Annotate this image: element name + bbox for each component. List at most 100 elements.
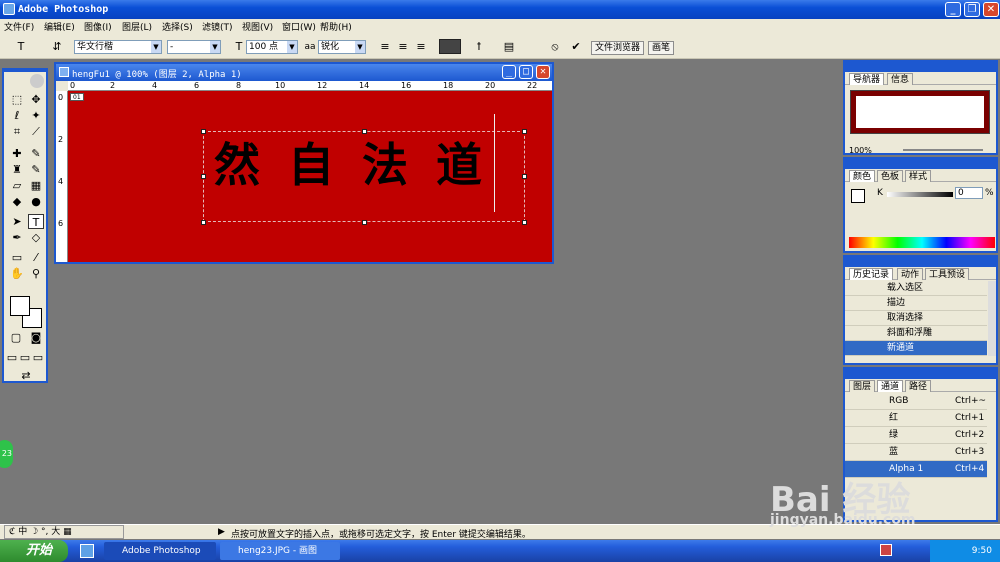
channel-row[interactable]: 红 Ctrl+1 — [845, 410, 987, 427]
shape-tool-icon[interactable]: ◇ — [28, 230, 44, 245]
quick-mask-off-icon[interactable]: ▢ — [8, 330, 24, 345]
blur-tool-icon[interactable]: ◆ — [9, 194, 25, 209]
screen-mode-full-menu-icon[interactable]: ▭ — [19, 350, 31, 365]
tab-channels[interactable]: 通道 — [877, 380, 904, 392]
task-photoshop[interactable]: Adobe Photoshop — [104, 542, 216, 560]
text-bounding-box[interactable] — [203, 131, 525, 222]
tab-actions[interactable]: 动作 — [897, 268, 924, 280]
ime-width[interactable]: 大 — [51, 527, 60, 537]
close-button[interactable]: ✕ — [983, 2, 999, 17]
ime-toolbar[interactable]: ℭ 中 ☽ °, 大 ▦ — [4, 525, 124, 539]
text-orientation-icon[interactable]: ⇵ — [50, 39, 64, 55]
tab-tool-presets[interactable]: 工具预设 — [925, 268, 970, 280]
gradient-tool-icon[interactable]: ▦ — [28, 178, 44, 193]
start-button[interactable]: 开始 — [0, 540, 68, 562]
screen-mode-standard-icon[interactable]: ▭ — [6, 350, 18, 365]
task-paint[interactable]: heng23.JPG - 画图 — [220, 542, 340, 560]
quick-mask-on-icon[interactable]: ◙ — [28, 330, 44, 345]
doc-close-button[interactable]: ✕ — [536, 65, 550, 79]
font-family-select[interactable]: 华文行楷 ▼ — [74, 40, 162, 54]
type-tool-icon[interactable]: T — [28, 214, 44, 229]
adobe-online-icon[interactable] — [30, 74, 44, 88]
tray-app-icon[interactable] — [880, 544, 892, 556]
eyedropper-icon[interactable]: ⁄ — [28, 250, 44, 265]
transform-handle[interactable] — [522, 174, 527, 179]
align-left-icon[interactable]: ≡ — [377, 39, 393, 55]
dodge-tool-icon[interactable]: ● — [28, 194, 44, 209]
floating-badge[interactable]: 23 — [0, 440, 13, 468]
lasso-tool-icon[interactable]: ℓ — [9, 108, 25, 123]
transform-handle[interactable] — [362, 129, 367, 134]
color-fg-swatch[interactable] — [851, 189, 865, 203]
tab-history[interactable]: 历史记录 — [849, 268, 894, 280]
tab-color[interactable]: 颜色 — [849, 170, 876, 182]
transform-handle[interactable] — [362, 220, 367, 225]
navigator-zoom[interactable]: 100% — [849, 146, 872, 155]
history-item-current[interactable]: 新通道 — [845, 341, 987, 356]
clock[interactable]: 9:50 — [972, 546, 992, 556]
text-color-swatch[interactable] — [439, 39, 461, 54]
foreground-color-swatch[interactable] — [10, 296, 30, 316]
healing-brush-icon[interactable]: ✚ — [9, 146, 25, 161]
marquee-tool-icon[interactable]: ⬚ — [9, 92, 25, 107]
tab-swatches[interactable]: 色板 — [877, 170, 904, 182]
menu-window[interactable]: 窗口(W) — [282, 20, 316, 33]
transform-handle[interactable] — [522, 220, 527, 225]
menu-help[interactable]: 帮助(H) — [320, 20, 352, 33]
transform-handle[interactable] — [522, 129, 527, 134]
file-browser-well[interactable]: 文件浏览器 — [591, 41, 645, 55]
jump-to-imageready-icon[interactable]: ⇄ — [9, 368, 43, 383]
menu-layer[interactable]: 图层(L) — [122, 20, 152, 33]
tab-navigator[interactable]: 导航器 — [849, 73, 885, 85]
transform-handle[interactable] — [201, 220, 206, 225]
color-ramp[interactable] — [849, 237, 995, 248]
move-tool-icon[interactable]: ✥ — [28, 92, 44, 107]
k-value-input[interactable]: 0 — [955, 187, 983, 199]
history-item[interactable]: 载入选区 — [845, 281, 987, 296]
warp-text-icon[interactable]: ꝉ — [472, 39, 486, 55]
menu-file[interactable]: 文件(F) — [4, 20, 34, 33]
crop-tool-icon[interactable]: ⌗ — [9, 124, 25, 139]
image-canvas[interactable]: 01 然自法道 — [68, 91, 552, 262]
history-scrollbar[interactable] — [988, 281, 996, 356]
doc-maximize-button[interactable]: □ — [519, 65, 533, 79]
slice-tool-icon[interactable]: ⟋ — [28, 124, 44, 139]
pen-tool-icon[interactable]: ✒ — [9, 230, 25, 245]
menu-edit[interactable]: 编辑(E) — [44, 20, 75, 33]
quicklaunch-icon[interactable] — [80, 544, 94, 558]
hand-tool-icon[interactable]: ✋ — [9, 266, 25, 281]
minimize-button[interactable]: _ — [945, 2, 961, 17]
cancel-edit-icon[interactable]: ⦸ — [548, 39, 562, 55]
brushes-well[interactable]: 画笔 — [648, 41, 675, 55]
clone-stamp-icon[interactable]: ♜ — [9, 162, 25, 177]
menu-image[interactable]: 图像(I) — [84, 20, 112, 33]
tab-paths[interactable]: 路径 — [905, 380, 932, 392]
transform-handle[interactable] — [201, 129, 206, 134]
ime-mode[interactable]: 中 — [18, 527, 27, 537]
history-brush-icon[interactable]: ✎ — [28, 162, 44, 177]
menu-select[interactable]: 选择(S) — [162, 20, 193, 33]
navigator-zoom-slider[interactable] — [903, 149, 983, 151]
eraser-tool-icon[interactable]: ▱ — [9, 178, 25, 193]
navigator-thumbnail[interactable] — [850, 90, 990, 134]
doc-minimize-button[interactable]: _ — [502, 65, 516, 79]
font-size-select[interactable]: 100 点 ▼ — [246, 40, 298, 54]
channel-row[interactable]: 绿 Ctrl+2 — [845, 427, 987, 444]
history-item[interactable]: 描边 — [845, 296, 987, 311]
tab-info[interactable]: 信息 — [887, 73, 914, 85]
screen-mode-full-icon[interactable]: ▭ — [32, 350, 44, 365]
brush-tool-icon[interactable]: ✎ — [28, 146, 44, 161]
palettes-toggle-icon[interactable]: ▤ — [502, 39, 516, 55]
align-right-icon[interactable]: ≡ — [413, 39, 429, 55]
history-item[interactable]: 取消选择 — [845, 311, 987, 326]
commit-edit-icon[interactable]: ✔ — [569, 39, 583, 55]
channel-row[interactable]: RGB Ctrl+~ — [845, 393, 987, 410]
menu-filter[interactable]: 滤镜(T) — [202, 20, 233, 33]
font-style-select[interactable]: - ▼ — [167, 40, 221, 54]
notes-tool-icon[interactable]: ▭ — [9, 250, 25, 265]
tab-layers[interactable]: 图层 — [849, 380, 876, 392]
zoom-tool-icon[interactable]: ⚲ — [28, 266, 44, 281]
k-slider[interactable] — [887, 192, 953, 197]
tab-styles[interactable]: 样式 — [905, 170, 932, 182]
magic-wand-icon[interactable]: ✦ — [28, 108, 44, 123]
